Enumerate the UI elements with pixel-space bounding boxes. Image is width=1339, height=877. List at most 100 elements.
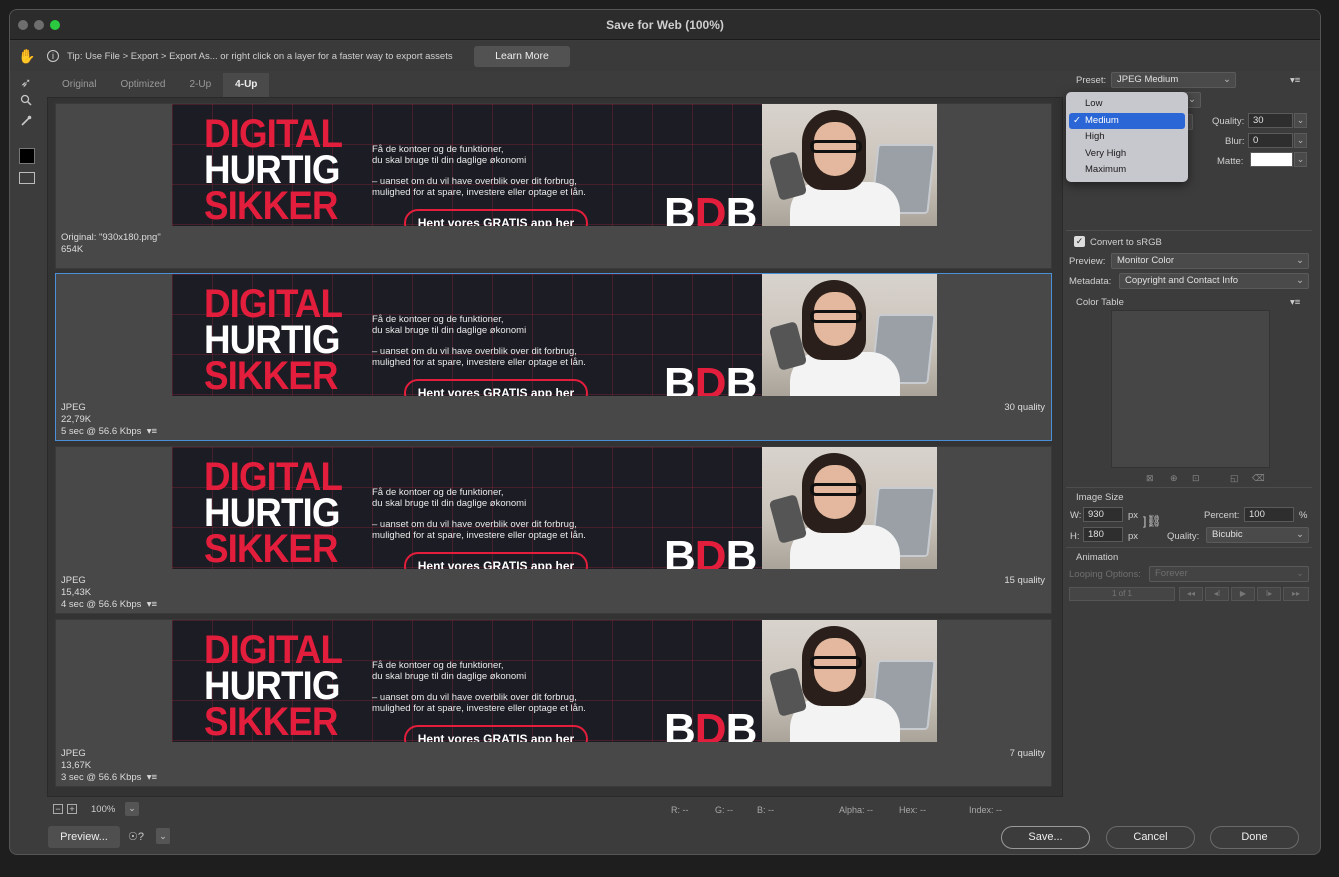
- zoom-dropdown[interactable]: ⌄: [125, 802, 139, 816]
- zoom-out-button[interactable]: −: [53, 804, 63, 814]
- chevron-down-icon: ⌄: [156, 828, 170, 844]
- constrain-proportions-link-icon[interactable]: ]⛓: [1143, 514, 1162, 528]
- window-title: Save for Web (100%): [606, 18, 724, 32]
- tab-4-up[interactable]: 4-Up: [223, 73, 270, 97]
- preview-pane-original[interactable]: DIGITAL HURTIG SIKKER Få de kontoer og d…: [55, 103, 1052, 269]
- preview-pane-optimized-3[interactable]: DIGITAL HURTIG SIKKER Få de kontoer og d…: [55, 619, 1052, 787]
- next-frame-button[interactable]: I▸: [1257, 587, 1281, 601]
- blur-input[interactable]: 0: [1248, 133, 1293, 148]
- chevron-down-icon: ⌄: [1296, 255, 1304, 266]
- preview-in-browser-button[interactable]: Preview...: [48, 826, 120, 848]
- hand-tool-icon[interactable]: ✋: [18, 48, 35, 64]
- quality-label: Quality:: [1212, 116, 1245, 127]
- eyedropper-tool-icon[interactable]: [17, 115, 35, 133]
- pane-format: JPEG: [61, 748, 86, 759]
- banner-copy-2: – uanset om du vil have overblik over di…: [372, 692, 586, 714]
- banner-image: DIGITAL HURTIG SIKKER Få de kontoer og d…: [172, 447, 937, 569]
- quality-option-very-high[interactable]: Very High: [1069, 146, 1185, 163]
- cancel-button[interactable]: Cancel: [1106, 826, 1195, 849]
- title-bar: Save for Web (100%): [10, 10, 1320, 40]
- height-input[interactable]: 180: [1083, 527, 1123, 542]
- quality-option-low[interactable]: Low: [1069, 96, 1185, 113]
- tab-2-up[interactable]: 2-Up: [177, 73, 224, 97]
- done-button[interactable]: Done: [1210, 826, 1299, 849]
- banner-cta: Hent vores GRATIS app her: [404, 552, 588, 569]
- matte-dropdown[interactable]: ⌄: [1294, 152, 1307, 167]
- looping-options-select[interactable]: Forever ⌄: [1149, 566, 1309, 582]
- readout-alpha: Alpha: --: [839, 805, 874, 815]
- download-speed-menu-icon[interactable]: ▾≡: [144, 426, 157, 437]
- save-button[interactable]: Save...: [1001, 826, 1090, 849]
- pane-quality: 7 quality: [1009, 748, 1045, 759]
- banner-copy-2: – uanset om du vil have overblik over di…: [372, 519, 586, 541]
- tab-original[interactable]: Original: [50, 73, 109, 97]
- preset-select[interactable]: JPEG Medium ⌄: [1111, 72, 1236, 88]
- learn-more-button[interactable]: Learn More: [474, 46, 570, 67]
- color-table-menu-icon[interactable]: ▾≡: [1290, 297, 1300, 308]
- pane-info: Original: "930x180.png" 654K: [61, 232, 161, 256]
- pane-download-time: 4 sec @ 56.6 Kbps ▾≡: [61, 599, 158, 610]
- new-color-icon[interactable]: ◱: [1230, 473, 1240, 483]
- preset-menu-icon[interactable]: ▾≡: [1290, 75, 1300, 86]
- quality-option-medium[interactable]: ✓ Medium: [1069, 112, 1185, 129]
- pane-format: Original: "930x180.png": [61, 232, 161, 243]
- eyedropper-color-swatch[interactable]: [19, 148, 35, 164]
- metadata-select[interactable]: Copyright and Contact Info ⌄: [1119, 273, 1309, 289]
- zoom-in-button[interactable]: +: [67, 804, 77, 814]
- percent-label: Percent:: [1204, 510, 1240, 521]
- quality-input[interactable]: 30: [1248, 113, 1293, 128]
- convert-srgb-checkbox[interactable]: ✓: [1074, 236, 1085, 247]
- banner-copy-2: – uanset om du vil have overblik over di…: [372, 176, 586, 198]
- quality-option-maximum[interactable]: Maximum: [1069, 162, 1185, 179]
- play-button[interactable]: ▶: [1231, 587, 1255, 601]
- quality-slider-toggle[interactable]: ⌄: [1294, 113, 1307, 128]
- percent-input[interactable]: 100: [1244, 507, 1294, 522]
- map-to-transparent-icon[interactable]: ⊠: [1146, 473, 1156, 483]
- browser-icon: ☉?: [128, 831, 144, 843]
- previous-frame-button[interactable]: ◂I: [1205, 587, 1229, 601]
- readout-hex: Hex: --: [899, 805, 926, 815]
- pane-size: 22,79K: [61, 414, 92, 425]
- lock-color-icon[interactable]: ⊡: [1192, 473, 1202, 483]
- preview-viewport: DIGITAL HURTIG SIKKER Få de kontoer og d…: [47, 97, 1063, 797]
- download-speed-menu-icon[interactable]: ▾≡: [144, 599, 157, 610]
- tab-optimized[interactable]: Optimized: [108, 73, 178, 97]
- width-unit: px: [1128, 510, 1139, 521]
- chevron-down-icon: ⌄: [1296, 275, 1304, 286]
- matte-swatch[interactable]: [1250, 152, 1293, 167]
- tool-panel: ➶: [10, 71, 42, 211]
- width-input[interactable]: 930: [1083, 507, 1123, 522]
- pane-download-time: 3 sec @ 56.6 Kbps ▾≡: [61, 772, 158, 783]
- web-shift-icon[interactable]: ⊕: [1170, 473, 1180, 483]
- color-table[interactable]: [1111, 310, 1270, 468]
- first-frame-button[interactable]: ◂◂: [1179, 587, 1203, 601]
- trash-icon[interactable]: ⌫: [1252, 473, 1265, 483]
- preview-pane-optimized-1[interactable]: DIGITAL HURTIG SIKKER Få de kontoer og d…: [55, 273, 1052, 441]
- last-frame-button[interactable]: ▸▸: [1283, 587, 1309, 601]
- preview-label: Preview:: [1069, 256, 1106, 267]
- pane-download-time: 5 sec @ 56.6 Kbps ▾≡: [61, 426, 158, 437]
- blur-label: Blur:: [1225, 136, 1245, 147]
- zoom-tool-icon[interactable]: [17, 94, 35, 112]
- quality-option-high[interactable]: High: [1069, 129, 1185, 146]
- banner-cta: Hent vores GRATIS app her: [404, 725, 588, 742]
- slice-select-tool-icon[interactable]: ➶: [17, 75, 35, 93]
- resample-quality-select[interactable]: Bicubic ⌄: [1206, 527, 1309, 543]
- banner-logo: BDB: [664, 705, 757, 743]
- pane-info: JPEG 22,79K 5 sec @ 56.6 Kbps ▾≡: [61, 402, 157, 438]
- download-speed-menu-icon[interactable]: ▾≡: [144, 772, 157, 783]
- animation-heading: Animation: [1076, 552, 1119, 563]
- preview-pane-optimized-2[interactable]: DIGITAL HURTIG SIKKER Få de kontoer og d…: [55, 446, 1052, 614]
- banner-copy-1: Få de kontoer og de funktioner, du skal b…: [372, 314, 527, 336]
- tip-text: Tip: Use File > Export > Export As... or…: [67, 51, 453, 62]
- blur-slider-toggle[interactable]: ⌄: [1294, 133, 1307, 148]
- preview-select[interactable]: Monitor Color ⌄: [1111, 253, 1309, 269]
- banner-headline-3: SIKKER: [204, 527, 338, 569]
- chevron-down-icon: ⌄: [1296, 568, 1304, 579]
- toggle-slices-icon[interactable]: [19, 172, 35, 184]
- chevron-down-icon: ⌄: [1188, 94, 1196, 105]
- color-table-heading: Color Table: [1076, 297, 1124, 308]
- preset-label: Preset:: [1076, 75, 1107, 86]
- browser-select[interactable]: ☉? ⌄: [126, 826, 172, 848]
- quality-level-menu: Low ✓ Medium High Very High Maximum: [1066, 92, 1188, 182]
